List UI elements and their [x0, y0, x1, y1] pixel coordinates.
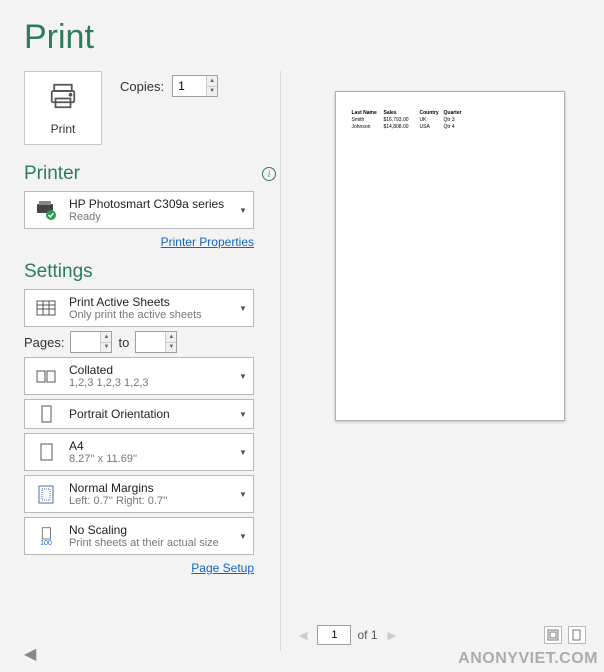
printer-selector[interactable]: HP Photosmart C309a series Ready ▼: [24, 191, 254, 229]
preview-panel: Last NameSalesCountryQuarter Smith$16,79…: [295, 71, 604, 651]
margins-primary: Normal Margins: [69, 481, 231, 495]
copies-up[interactable]: ▲: [206, 76, 217, 87]
printer-name: HP Photosmart C309a series: [69, 197, 231, 211]
watermark: ANONYVIET.COM: [458, 650, 598, 668]
settings-section-title: Settings: [24, 261, 93, 283]
page-title: Print: [0, 0, 604, 71]
pages-to-spinner[interactable]: ▲▼: [135, 331, 177, 353]
paper-icon: [25, 440, 67, 464]
printer-status: Ready: [69, 211, 231, 223]
of-label: of 1: [357, 628, 377, 642]
preview-content: Last NameSalesCountryQuarter Smith$16,79…: [352, 110, 548, 131]
spin-up[interactable]: ▲: [100, 332, 111, 343]
sheets-icon: [25, 296, 67, 320]
orientation-primary: Portrait Orientation: [69, 407, 231, 421]
print-what-secondary: Only print the active sheets: [69, 309, 231, 321]
spin-down[interactable]: ▼: [165, 343, 176, 353]
printer-ready-icon: [25, 198, 67, 222]
chevron-down-icon: ▼: [233, 304, 253, 313]
printer-properties-link[interactable]: Printer Properties: [161, 235, 254, 249]
scaling-selector[interactable]: 100 No Scaling Print sheets at their act…: [24, 517, 254, 555]
scaling-primary: No Scaling: [69, 523, 231, 537]
paper-size-selector[interactable]: A4 8.27'' x 11.69'' ▼: [24, 433, 254, 471]
chevron-down-icon: ▼: [233, 372, 253, 381]
spin-down[interactable]: ▼: [100, 343, 111, 353]
print-what-primary: Print Active Sheets: [69, 295, 231, 309]
next-page-arrow[interactable]: ▶: [384, 627, 400, 644]
preview-nav: ◀ of 1 ▶: [295, 625, 586, 645]
print-button-label: Print: [51, 122, 76, 136]
collation-selector[interactable]: Collated 1,2,3 1,2,3 1,2,3 ▼: [24, 357, 254, 395]
margins-icon: [25, 482, 67, 506]
copies-label: Copies:: [120, 79, 164, 94]
collation-secondary: 1,2,3 1,2,3 1,2,3: [69, 377, 231, 389]
printer-icon: [48, 81, 78, 116]
copies-spinner[interactable]: ▲ ▼: [172, 75, 218, 97]
spin-up[interactable]: ▲: [165, 332, 176, 343]
chevron-down-icon: ▼: [233, 490, 253, 499]
orientation-selector[interactable]: Portrait Orientation ▼: [24, 399, 254, 429]
collation-primary: Collated: [69, 363, 231, 377]
pages-to-label: to: [118, 335, 129, 350]
chevron-down-icon: ▼: [233, 206, 253, 215]
back-arrow-icon: ◀: [24, 644, 36, 664]
printer-info-icon[interactable]: i: [262, 167, 276, 181]
page-setup-link[interactable]: Page Setup: [191, 561, 254, 575]
copies-down[interactable]: ▼: [206, 87, 217, 97]
scaling-secondary: Print sheets at their actual size: [69, 537, 231, 549]
show-margins-button[interactable]: [544, 626, 562, 644]
margins-secondary: Left: 0.7'' Right: 0.7'': [69, 495, 231, 507]
vertical-divider: [280, 71, 281, 651]
zoom-to-page-button[interactable]: [568, 626, 586, 644]
printer-section-title: Printer: [24, 163, 80, 185]
scaling-icon: 100: [25, 526, 67, 547]
left-panel: Print Copies: ▲ ▼ Printer i: [0, 71, 280, 651]
prev-page-arrow[interactable]: ◀: [295, 627, 311, 644]
print-what-selector[interactable]: Print Active Sheets Only print the activ…: [24, 289, 254, 327]
portrait-icon: [25, 402, 67, 426]
print-button[interactable]: Print: [24, 71, 102, 145]
preview-page: Last NameSalesCountryQuarter Smith$16,79…: [335, 91, 565, 421]
current-page-input[interactable]: [317, 625, 351, 645]
paper-secondary: 8.27'' x 11.69'': [69, 453, 231, 465]
chevron-down-icon: ▼: [233, 448, 253, 457]
pages-label: Pages:: [24, 335, 64, 350]
collated-icon: [25, 364, 67, 388]
chevron-down-icon: ▼: [233, 410, 253, 419]
chevron-down-icon: ▼: [233, 532, 253, 541]
pages-from-spinner[interactable]: ▲▼: [70, 331, 112, 353]
paper-primary: A4: [69, 439, 231, 453]
margins-selector[interactable]: Normal Margins Left: 0.7'' Right: 0.7'' …: [24, 475, 254, 513]
